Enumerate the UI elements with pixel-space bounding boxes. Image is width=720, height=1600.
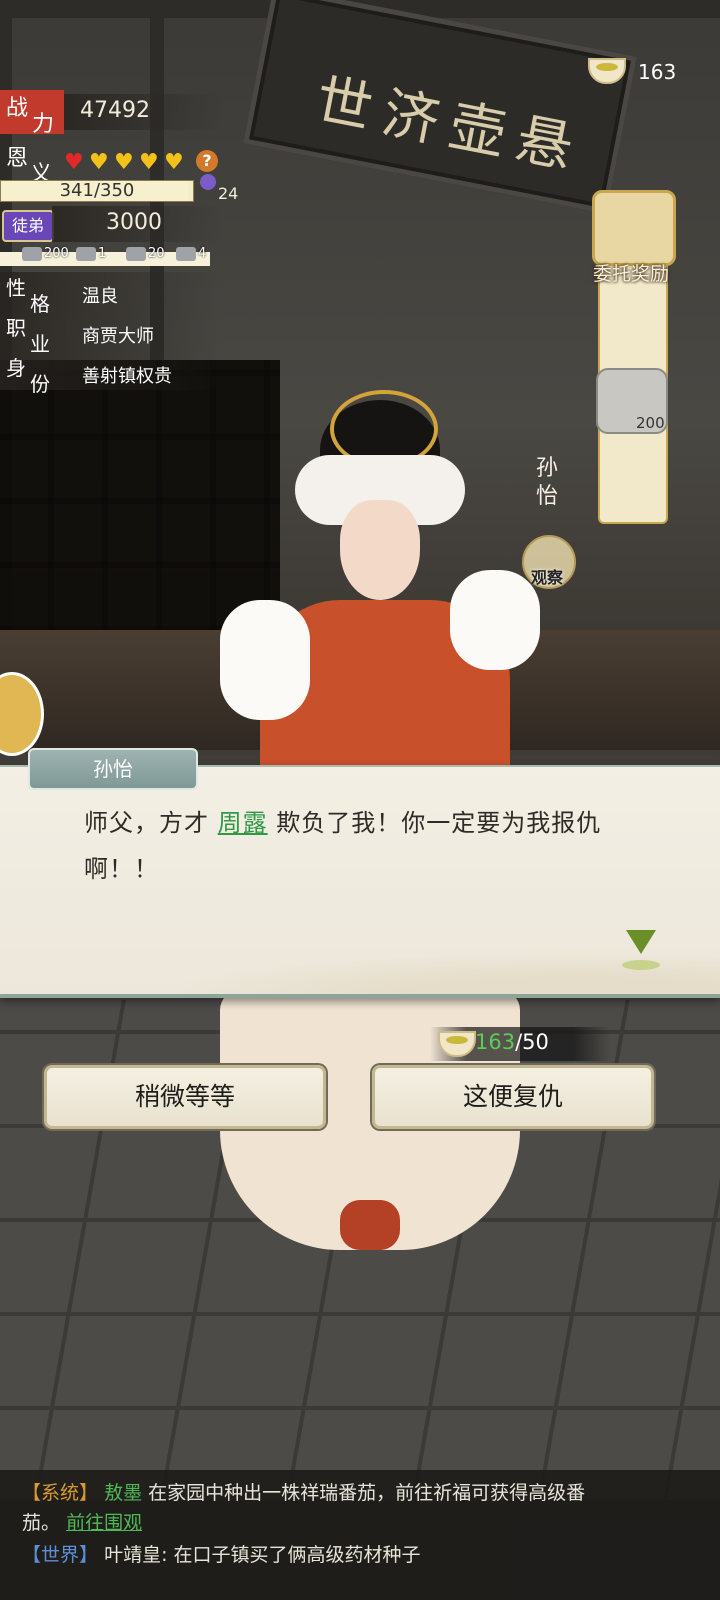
heart-icon: ♥	[139, 150, 159, 175]
chat-message-2: 茄。	[22, 1512, 61, 1534]
scroll-icon	[126, 246, 146, 261]
resource-item-1: 200	[22, 246, 69, 261]
resource-count-4: 4	[198, 246, 207, 261]
favor-label-1: 恩	[6, 146, 29, 171]
cost-have: 163	[475, 1030, 516, 1054]
tea-bowl-count: 163	[638, 60, 677, 84]
scroll-icon	[22, 246, 42, 261]
chat-line-2: 茄。 前往围观	[22, 1508, 142, 1535]
character-name-char-2: 怡	[535, 484, 558, 509]
favor-progress-text: 341/350	[59, 180, 135, 201]
scroll-icon	[76, 246, 96, 261]
dialog-text-before: 师父，方才	[84, 809, 218, 837]
resource-count-3: 20	[148, 246, 165, 261]
favor-progress-bar: 341/350	[0, 180, 194, 202]
chat-line-3: 【世界】 叶靖皇: 在口子镇买了俩高级药材种子	[22, 1540, 421, 1567]
gem-icon	[200, 174, 216, 190]
heart-icon: ♥	[164, 150, 184, 175]
next-arrow-icon[interactable]	[626, 930, 656, 954]
trait-label-3a: 身	[6, 356, 26, 380]
next-indicator-base	[622, 960, 660, 970]
resource-count-2: 1	[98, 246, 107, 261]
trait-label-2a: 职	[6, 316, 26, 340]
resource-item-4: 4	[176, 246, 206, 261]
heart-icon: ♥	[89, 150, 109, 175]
trait-label-1a: 性	[6, 276, 26, 300]
chat-message-3: 叶靖皇: 在口子镇买了俩高级药材种子	[104, 1544, 421, 1566]
character-shoe	[340, 1200, 400, 1250]
revenge-button[interactable]: 这便复仇	[372, 1065, 654, 1129]
dialog-text: 师父，方才 周露 欺负了我！你一定要为我报仇啊！！	[84, 800, 644, 892]
heart-icon: ♥	[64, 150, 84, 175]
trait-personality: 温良	[82, 286, 118, 307]
resource-item-3: 20	[126, 246, 165, 261]
trait-label-1b: 格	[30, 292, 50, 316]
power-label-1: 战	[6, 96, 29, 121]
trait-label-3b: 份	[30, 372, 50, 396]
heart-icon: ♥	[114, 150, 134, 175]
cost-text: 163/50	[475, 1030, 549, 1054]
treasure-chest-icon	[592, 190, 676, 266]
chat-go-watch-link[interactable]: 前往围观	[66, 1512, 142, 1534]
chat-channel-world: 【世界】	[22, 1544, 99, 1566]
apprentice-badge[interactable]: 徒弟	[2, 210, 54, 242]
chat-player-name[interactable]: 敖墨	[104, 1482, 142, 1504]
reward-title: 委托奖励	[592, 263, 669, 285]
character-name-vertical: 孙 怡	[530, 455, 564, 511]
power-label-2: 力	[32, 112, 55, 137]
resource-item-2: 1	[76, 246, 106, 261]
trait-label-2b: 业	[30, 332, 50, 356]
apprentice-value: 3000	[106, 210, 162, 235]
trait-profession: 商贾大师	[82, 326, 154, 347]
gem-count: 24	[218, 184, 239, 203]
character-face	[340, 500, 420, 600]
speaker-name-tab: 孙怡	[28, 748, 198, 790]
character-fur-sleeve-left	[220, 600, 310, 720]
chat-message-1: 在家园中种出一株祥瑞番茄，前往祈福可获得高级番	[148, 1482, 586, 1504]
scroll-icon	[176, 246, 196, 261]
reward-scroll[interactable]	[590, 190, 676, 524]
dialog-highlight-name[interactable]: 周露	[218, 809, 268, 837]
silver-count: 200	[636, 414, 665, 432]
trait-identity: 善射镇权贵	[82, 366, 172, 387]
chat-line-1: 【系统】 敖墨 在家园中种出一株祥瑞番茄，前往祈福可获得高级番	[22, 1478, 585, 1505]
cost-need: /50	[515, 1030, 549, 1054]
chat-panel[interactable]: 【系统】 敖墨 在家园中种出一株祥瑞番茄，前往祈福可获得高级番 茄。 前往围观 …	[0, 1470, 720, 1600]
favor-help-icon[interactable]: ?	[196, 150, 218, 172]
resource-count-1: 200	[44, 246, 69, 261]
power-value: 47492	[80, 98, 150, 123]
character-name-char-1: 孙	[535, 456, 558, 481]
observe-label[interactable]: 观察	[518, 564, 576, 588]
chat-channel-system: 【系统】	[22, 1482, 99, 1504]
dialog-decoration	[0, 934, 720, 994]
wait-button[interactable]: 稍微等等	[44, 1065, 326, 1129]
